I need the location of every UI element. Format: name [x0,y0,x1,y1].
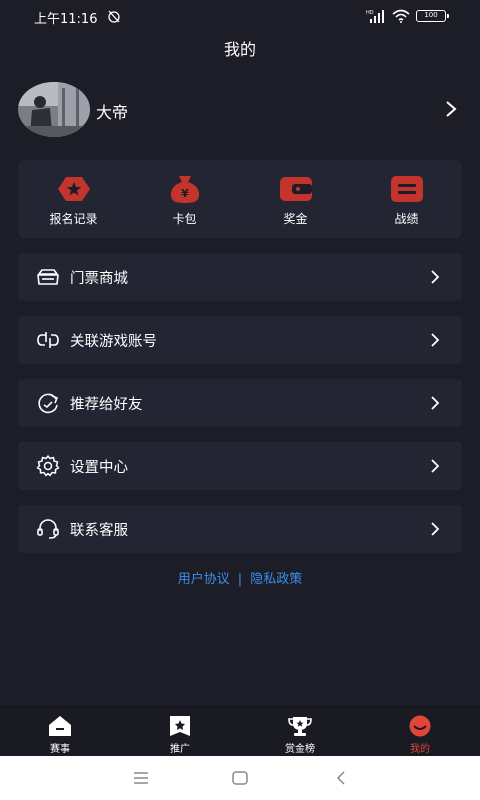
tab-label: 推广 [170,744,190,755]
quick-action-label: 战绩 [394,212,419,226]
chevron-right-icon [431,522,440,536]
quick-action-label: 报名记录 [49,212,98,226]
menu-label: 联系客服 [70,523,128,539]
tab-bounty-board[interactable]: 赏金榜 [240,707,360,756]
tab-label: 赏金榜 [285,744,315,755]
trophy-icon [288,717,312,736]
quick-action-signup-record[interactable]: 报名记录 [18,160,129,238]
menu-label: 推荐给好友 [70,397,143,413]
menu-item-ticket-mall[interactable]: 门票商城 [18,253,462,301]
username: 大帝 [96,103,129,122]
menu-item-recommend[interactable]: 推荐给好友 [18,379,462,427]
quick-action-label: 卡包 [172,212,197,226]
user-agreement-link[interactable]: 用户协议 [178,572,230,587]
link-account-icon [37,332,59,348]
settings-gear-icon [36,455,60,477]
chevron-right-icon [431,459,440,473]
menu-label: 关联游戏账号 [70,334,157,350]
bonus-wallet-icon [279,177,312,201]
tab-mine[interactable]: 我的 [360,707,480,756]
chevron-right-icon [431,333,440,347]
chevron-right-icon[interactable] [444,100,458,118]
recommend-icon [38,393,59,414]
svg-text:HD: HD [366,10,374,16]
card-bag-icon: ¥ [170,176,199,203]
menu-icon[interactable] [132,769,150,787]
profile-row[interactable]: 大帝 [18,80,462,140]
mine-face-icon [409,715,431,737]
home-square-icon[interactable] [231,769,249,787]
bottom-tab-bar: 赛事 推广 赏金榜 我的 [0,706,480,756]
signal-icon: HD [366,10,384,23]
link-separator: | [237,572,243,587]
battle-record-icon [390,176,423,202]
privacy-policy-link[interactable]: 隐私政策 [250,572,302,587]
status-right-icons: HD 100 [366,8,449,24]
wifi-icon [392,9,410,23]
tab-label: 赛事 [50,744,70,755]
menu-item-settings[interactable]: 设置中心 [18,442,462,490]
back-icon[interactable] [332,769,350,787]
quick-action-battle-record[interactable]: 战绩 [351,160,462,238]
system-nav-bar [0,756,480,800]
status-bar: 上午11:16 HD 100 [0,0,480,32]
quick-actions-panel: 报名记录 ¥ 卡包 奖金 战绩 [18,160,462,238]
avatar[interactable] [18,82,90,137]
chevron-right-icon [431,396,440,410]
promote-badge-icon [170,716,190,736]
ticket-mall-icon [37,269,59,285]
tab-promote[interactable]: 推广 [120,707,240,756]
quick-action-card-bag[interactable]: ¥ 卡包 [129,160,240,238]
status-time: 上午11:16 [34,12,98,27]
tab-events[interactable]: 赛事 [0,707,120,756]
event-home-icon [49,716,71,736]
signup-record-icon [57,177,90,201]
menu-label: 设置中心 [70,460,128,476]
battery-icon: 100 [416,10,449,22]
chevron-right-icon [431,270,440,284]
tab-label: 我的 [410,744,430,755]
svg-text:¥: ¥ [181,187,189,200]
page-title: 我的 [223,40,256,59]
menu-label: 门票商城 [70,271,128,287]
quick-action-bonus[interactable]: 奖金 [240,160,351,238]
headset-icon [37,519,59,539]
menu-item-link-account[interactable]: 关联游戏账号 [18,316,462,364]
menu-item-customer-service[interactable]: 联系客服 [18,505,462,553]
quick-action-label: 奖金 [283,212,308,226]
alarm-off-icon [108,10,120,23]
legal-links: 用户协议 | 隐私政策 [0,568,480,587]
